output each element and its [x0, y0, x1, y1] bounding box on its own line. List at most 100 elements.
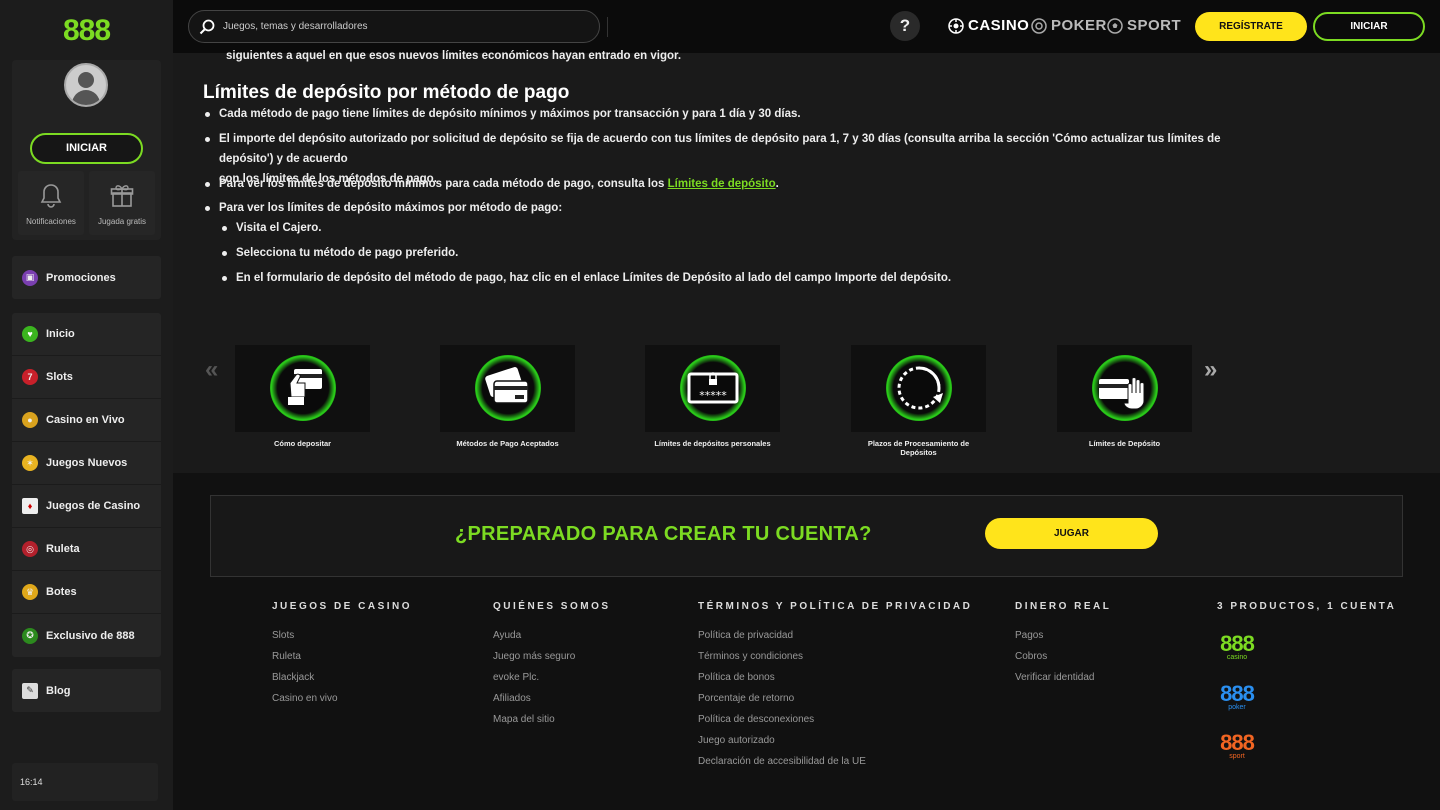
login-button[interactable]: INICIAR: [1313, 12, 1425, 41]
footer-link[interactable]: Juego autorizado: [698, 735, 972, 756]
sub-list-item: En el formulario de depósito del método …: [221, 268, 951, 288]
help-button[interactable]: ?: [890, 11, 920, 41]
list-item: Para ver los límites de depósito mínimos…: [205, 174, 779, 194]
footer-link[interactable]: Política de privacidad: [698, 630, 972, 651]
888-logo[interactable]: 888: [0, 14, 173, 48]
svg-text:*****: *****: [699, 389, 727, 402]
section-title: Límites de depósito por método de pago: [203, 82, 570, 103]
play-button[interactable]: JUGAR: [985, 518, 1158, 549]
top-header: ? CASINO POKER SPORT REGÍSTRATE INICIAR: [173, 0, 1440, 53]
sport-label: SPORT: [1127, 17, 1182, 34]
sidebar: 888 INICIAR Notificaciones Jugada gratis…: [0, 0, 173, 810]
footer-link[interactable]: Declaración de accesibilidad de la UE: [698, 756, 972, 777]
gift-icon: [110, 185, 134, 207]
sidebar-item-label: Casino en Vivo: [46, 414, 125, 426]
footer-link[interactable]: Pagos: [1015, 630, 1111, 651]
chip-icon: ✪: [22, 627, 38, 644]
888casino-logo[interactable]: 888 casino: [1217, 633, 1257, 662]
footer-link[interactable]: Porcentaje de retorno: [698, 693, 972, 714]
card-como-depositar[interactable]: Cómo depositar: [235, 345, 370, 448]
card-label: Límites de Depósito: [1088, 439, 1161, 448]
notifications-label: Notificaciones: [26, 217, 76, 226]
888poker-logo[interactable]: 888 poker: [1217, 683, 1257, 712]
password-lock-icon: *****: [687, 372, 739, 404]
footer-col-juegos: JUEGOS DE CASINO Slots Ruleta Blackjack …: [272, 601, 412, 714]
sidebar-item-label: Blog: [46, 684, 71, 697]
sidebar-item-inicio[interactable]: ♥ Inicio: [12, 313, 161, 356]
888sport-logo[interactable]: 888 sport: [1217, 732, 1257, 761]
search-input[interactable]: [223, 11, 583, 42]
deposit-limits-link[interactable]: Límites de depósito: [668, 178, 776, 190]
sidebar-item-casino-en-vivo[interactable]: ● Casino en Vivo: [12, 399, 161, 442]
casino-product-link[interactable]: CASINO: [948, 17, 1029, 34]
card-limites-de-deposito[interactable]: Límites de Depósito: [1057, 345, 1192, 448]
search-bar[interactable]: [188, 10, 600, 43]
sidebar-item-label: Promociones: [46, 271, 116, 284]
sidebar-item-label: Slots: [46, 371, 73, 383]
sidebar-item-label: Juegos Nuevos: [46, 457, 128, 469]
heart-icon: ♥: [22, 326, 38, 342]
card-label: Límites de depósitos personales: [654, 439, 771, 448]
paragraph-text: siguientes a aquel en que esos nuevos lí…: [226, 50, 682, 62]
footer-link[interactable]: Cobros: [1015, 651, 1111, 672]
card-limites-personales[interactable]: ***** Límites de depósitos personales: [645, 345, 780, 448]
sidebar-item-slots[interactable]: 7 Slots: [12, 356, 161, 399]
sidebar-item-label: Botes: [46, 586, 77, 598]
footer-link[interactable]: Mapa del sitio: [493, 714, 611, 735]
footer-col-quienes-somos: QUIÉNES SOMOS Ayuda Juego más seguro evo…: [493, 601, 611, 735]
footer-link[interactable]: Términos y condiciones: [698, 651, 972, 672]
search-icon: [199, 19, 215, 35]
sidebar-item-juegos-nuevos[interactable]: ✶ Juegos Nuevos: [12, 442, 161, 485]
clock-arrow-icon: [897, 366, 943, 410]
carousel-prev-button[interactable]: «: [205, 356, 218, 384]
footer-col-terminos: TÉRMINOS Y POLÍTICA DE PRIVACIDAD Políti…: [698, 601, 972, 777]
edit-icon: ✎: [22, 682, 38, 699]
footer-heading: QUIÉNES SOMOS: [493, 601, 611, 612]
carousel-next-button[interactable]: »: [1204, 356, 1217, 384]
sidebar-item-label: Inicio: [46, 328, 75, 340]
footer-link[interactable]: Política de desconexiones: [698, 714, 972, 735]
footer-link[interactable]: evoke Plc.: [493, 672, 611, 693]
sport-product-link[interactable]: SPORT: [1107, 17, 1181, 34]
card-metodos-de-pago[interactable]: Métodos de Pago Aceptados: [440, 345, 575, 448]
list-item: Para ver los límites de depósito máximos…: [204, 198, 562, 218]
list-item: Cada método de pago tiene límites de dep…: [205, 104, 801, 124]
soccer-ball-icon: [1107, 17, 1123, 34]
sidebar-item-promociones[interactable]: ▣ Promociones: [12, 256, 161, 299]
sidebar-item-label: Juegos de Casino: [46, 500, 141, 512]
footer-link[interactable]: Slots: [272, 630, 412, 651]
cards-icon: ♦: [22, 498, 38, 514]
sidebar-item-ruleta[interactable]: ◎ Ruleta: [12, 528, 161, 571]
footer-heading: TÉRMINOS Y POLÍTICA DE PRIVACIDAD: [698, 601, 973, 612]
sidebar-login-button[interactable]: INICIAR: [30, 133, 143, 164]
sidebar-item-blog[interactable]: ✎ Blog: [12, 669, 161, 712]
sidebar-item-juegos-de-casino[interactable]: ♦ Juegos de Casino: [12, 485, 161, 528]
footer-link[interactable]: Blackjack: [272, 672, 412, 693]
signup-cta-banner: ¿PREPARADO PARA CREAR TU CUENTA? JUGAR: [210, 495, 1403, 577]
free-play-button[interactable]: Jugada gratis: [89, 171, 155, 235]
footer-link[interactable]: Afiliados: [493, 693, 611, 714]
footer-link[interactable]: Verificar identidad: [1015, 672, 1111, 693]
credit-cards-icon: [485, 367, 529, 404]
casino-chip-icon: [948, 17, 964, 34]
footer-link[interactable]: Ayuda: [493, 630, 611, 651]
footer-col-productos: 3 PRODUCTOS, 1 CUENTA: [1217, 601, 1396, 630]
star-burst-icon: ✶: [22, 455, 38, 471]
casino-label: CASINO: [968, 17, 1030, 34]
header-divider: [607, 17, 608, 37]
sidebar-item-botes[interactable]: ♛ Botes: [12, 571, 161, 614]
register-button[interactable]: REGÍSTRATE: [1195, 12, 1307, 41]
card-label: Plazos de Procesamiento de Depósitos: [867, 439, 970, 457]
poker-product-link[interactable]: POKER: [1031, 17, 1107, 34]
sidebar-item-exclusivo-888[interactable]: ✪ Exclusivo de 888: [12, 614, 161, 657]
free-play-label: Jugada gratis: [97, 217, 147, 226]
main-menu: ♥ Inicio 7 Slots ● Casino en Vivo ✶ Jueg…: [12, 313, 161, 657]
roulette-icon: ◎: [22, 541, 38, 557]
avatar[interactable]: [64, 63, 108, 107]
card-plazos-procesamiento[interactable]: Plazos de Procesamiento de Depósitos: [851, 345, 986, 457]
notifications-button[interactable]: Notificaciones: [18, 171, 84, 235]
footer-link[interactable]: Política de bonos: [698, 672, 972, 693]
footer-link[interactable]: Casino en vivo: [272, 693, 412, 714]
footer-link[interactable]: Ruleta: [272, 651, 412, 672]
footer-link[interactable]: Juego más seguro: [493, 651, 611, 672]
